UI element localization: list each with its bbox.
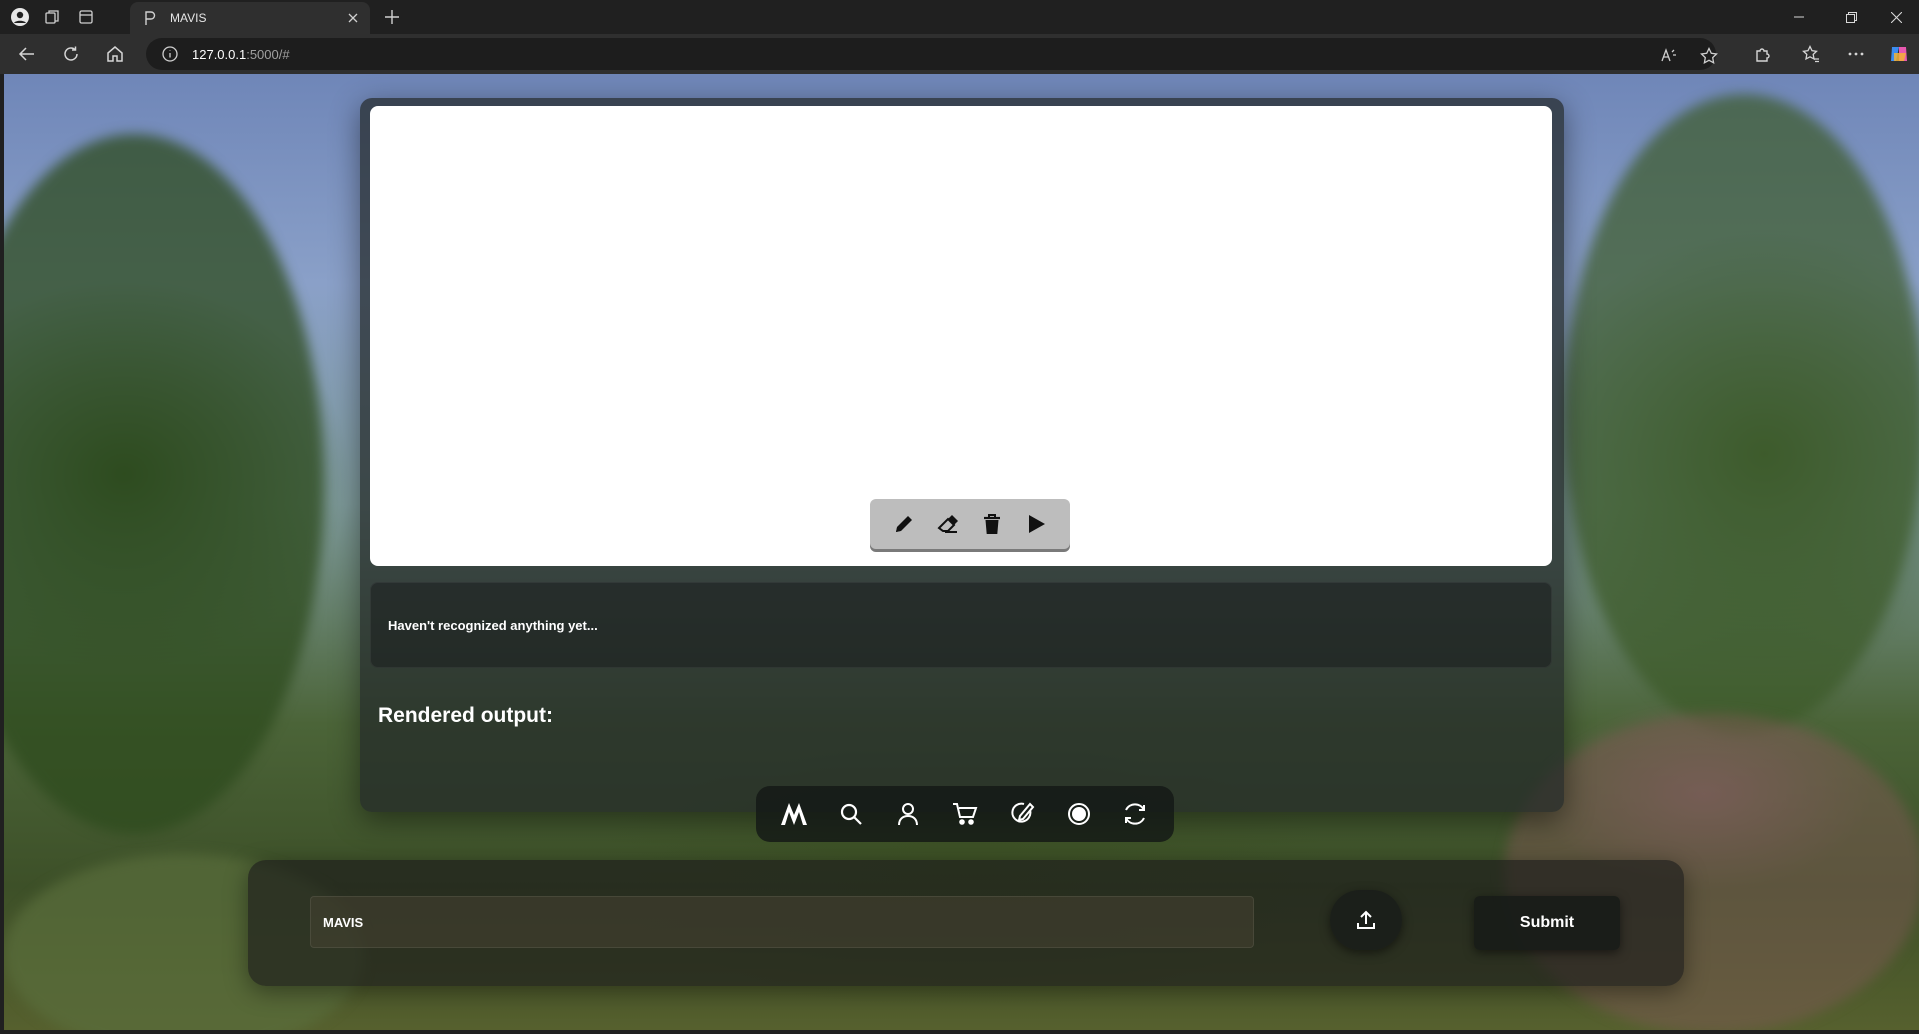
upload-button[interactable] [1330,890,1402,950]
trash-icon[interactable] [976,508,1008,540]
tab-mavis[interactable]: MAVIS [130,2,370,34]
drawing-canvas[interactable] [370,106,1552,566]
reload-icon[interactable] [58,41,84,67]
icon-dock [756,786,1174,842]
browser-tab-bar: MAVIS [0,0,1919,34]
search-icon[interactable] [833,796,869,832]
logo-m-icon[interactable] [776,796,812,832]
favorites-icon[interactable] [1798,41,1824,67]
record-icon[interactable] [1061,796,1097,832]
user-icon[interactable] [890,796,926,832]
play-icon[interactable] [1020,508,1052,540]
url-host: 127.0.0.1 [192,46,247,62]
extensions-icon[interactable] [1750,41,1776,67]
recognition-text: Haven't recognized anything yet... [388,617,598,633]
cart-icon[interactable] [947,796,983,832]
close-window-icon[interactable] [1873,4,1919,30]
page-favicon-icon [142,10,158,26]
tab-actions-icon[interactable] [74,5,98,29]
main-card: Haven't recognized anything yet... Rende… [360,98,1564,812]
browser-toolbar: 127.0.0.1:5000/# [0,34,1919,74]
copilot-icon[interactable] [1886,41,1912,67]
submit-button[interactable]: Submit [1474,896,1620,950]
workspaces-icon[interactable] [40,5,64,29]
site-info-icon[interactable] [160,44,180,64]
rendered-output-label: Rendered output: [378,704,553,727]
address-bar[interactable]: 127.0.0.1:5000/# [146,38,1718,70]
read-aloud-icon[interactable] [1658,45,1680,67]
prompt-input[interactable] [310,896,1254,948]
url-path: :5000/# [246,46,290,62]
input-panel: Submit [248,860,1684,986]
new-tab-icon[interactable] [380,5,404,29]
pencil-icon[interactable] [888,508,920,540]
more-options-icon[interactable] [1843,41,1869,67]
favorite-star-icon[interactable] [1698,45,1720,67]
url-text: 127.0.0.1:5000/# [192,47,290,62]
refresh-icon[interactable] [1117,796,1153,832]
home-icon[interactable] [102,41,128,67]
eraser-icon[interactable] [932,508,964,540]
back-icon[interactable] [14,41,40,67]
close-tab-icon[interactable] [342,7,364,29]
profile-icon[interactable] [8,5,32,29]
background-tree-left [4,134,324,834]
tab-title: MAVIS [170,11,207,25]
upload-icon [1357,910,1375,929]
edit-icon[interactable] [1004,796,1040,832]
drawing-tools-tray [870,499,1070,549]
page-viewport: Haven't recognized anything yet... Rende… [4,74,1919,1030]
background-tree-right [1564,94,1919,734]
minimize-icon[interactable] [1776,4,1822,30]
restore-icon[interactable] [1828,4,1874,30]
recognition-output: Haven't recognized anything yet... [370,582,1552,668]
